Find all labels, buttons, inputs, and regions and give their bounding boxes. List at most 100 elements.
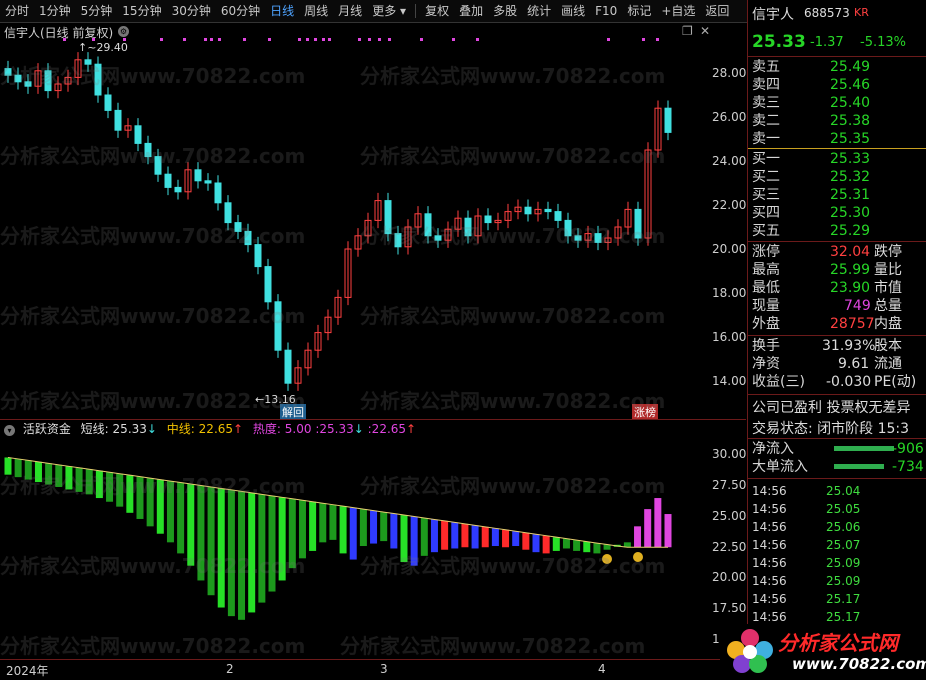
candle-body [634, 208, 642, 239]
price-tick: 22.00 [712, 198, 747, 212]
overlay-button[interactable]: 叠加 [454, 0, 488, 22]
more-label: 更多 [372, 4, 397, 18]
kline-pane[interactable]: 信宇人(日线 前复权) ⚙ ❐ ✕ ↑~29.40 ←13.16 解回 涨榜 2… [0, 23, 747, 420]
indicator-bar [24, 460, 32, 480]
tab-1min[interactable]: 1分钟 [34, 0, 76, 22]
tick-price: 25.07 [826, 538, 861, 552]
candle-body [384, 200, 392, 235]
indicator-bar [146, 478, 154, 527]
last-price: 25.33 [752, 32, 806, 52]
bid-price: 25.33 [830, 151, 871, 167]
bid-price: 25.29 [830, 223, 871, 239]
netflow-bar [834, 446, 894, 451]
ask-2: 卖二 25.38 [752, 112, 922, 130]
current-volume-label: 现量 [752, 298, 780, 314]
candle-body [204, 180, 212, 184]
tick-row: 14:56 25.07 [752, 536, 922, 554]
tab-30min[interactable]: 30分钟 [167, 0, 216, 22]
ask-label: 卖五 [752, 59, 780, 75]
indicator-bar [278, 497, 286, 581]
tab-15min[interactable]: 15分钟 [117, 0, 166, 22]
outer-value: 28757 [830, 316, 875, 332]
bid-5: 买五 25.29 [752, 222, 922, 240]
event-badge-right[interactable]: 涨榜 [632, 404, 658, 420]
spread-divider [748, 148, 926, 149]
signal-dot [306, 38, 309, 41]
tab-5min[interactable]: 5分钟 [76, 0, 118, 22]
float-label: 流通 [874, 356, 902, 372]
indicator-chart [4, 456, 672, 620]
indicator-bar [106, 472, 114, 502]
eps-label: 收益(三) [752, 374, 805, 390]
indicator-bar [532, 534, 540, 553]
event-badge-left[interactable]: 解回 [280, 404, 306, 420]
ind-tick: 20.00 [712, 570, 747, 584]
candle-body [554, 211, 562, 221]
tab-weekly[interactable]: 周线 [299, 0, 333, 22]
signal-dot [183, 38, 186, 41]
x-tick: 3 [380, 662, 388, 676]
indicator-bar [319, 503, 327, 543]
signal-dot [358, 38, 361, 41]
tick-time: 14:56 [752, 556, 787, 570]
indicator-pane[interactable]: ▾ 活跃资金 短线: 25.33↓ 中线: 22.65↑ 热度: 5.00 :2… [0, 420, 746, 660]
candle-body [564, 219, 572, 237]
tick-price: 25.06 [826, 520, 861, 534]
x-tick: 4 [598, 662, 606, 676]
candle-body [234, 222, 242, 232]
equity-label: 股本 [874, 338, 902, 354]
ask-label: 卖二 [752, 113, 780, 129]
tick-row: 14:56 25.09 [752, 572, 922, 590]
indicator-bar [370, 510, 378, 544]
indicator-bar [309, 501, 317, 551]
indicator-bar [156, 479, 164, 534]
company-status: 公司已盈利 投票权无差异 [752, 400, 911, 416]
indicator-bar [562, 538, 570, 549]
cur-vol-row: 现量 749 总量 [752, 297, 922, 315]
tab-monthly[interactable]: 月线 [333, 0, 367, 22]
indicator-bar [258, 494, 266, 603]
tab-daily[interactable]: 日线 [265, 0, 299, 22]
ind-tick: 22.50 [712, 540, 747, 554]
indicator-bar [227, 489, 235, 617]
signal-dot [368, 38, 371, 41]
price-tick: 20.00 [712, 242, 747, 256]
netflow-value: -906 [892, 441, 924, 457]
stock-name: 信宇人 [752, 7, 794, 23]
restore-rights-button[interactable]: 复权 [420, 0, 454, 22]
indicator-bar [654, 498, 662, 548]
mark-button[interactable]: 标记 [622, 0, 656, 22]
toolbar-divider [415, 4, 417, 18]
candle-body [254, 244, 262, 268]
statistics-button[interactable]: 统计 [522, 0, 556, 22]
ask-label: 卖三 [752, 95, 780, 111]
signal-dot [243, 38, 246, 41]
outer-label: 外盘 [752, 316, 780, 332]
tab-60min[interactable]: 60分钟 [216, 0, 265, 22]
draw-line-button[interactable]: 画线 [556, 0, 590, 22]
indicator-bar [248, 492, 256, 613]
ask-5: 卖五 25.49 [752, 58, 922, 76]
candle-body [114, 109, 122, 131]
indicator-bar [441, 520, 449, 550]
signal-dot [420, 38, 423, 41]
signal-dot [160, 38, 163, 41]
ind-tick: 27.50 [712, 478, 747, 492]
tab-fenshi[interactable]: 分时 [0, 0, 34, 22]
tick-row: 14:56 25.09 [752, 554, 922, 572]
tick-price: 25.05 [826, 502, 861, 516]
divider [748, 438, 926, 439]
indicator-bar [583, 541, 591, 553]
indicator-bar [461, 523, 469, 548]
quote-panel: 信宇人 688573 KR 25.33 -1.37 -5.13% 卖五 25.49… [747, 0, 926, 679]
high-row: 最高 25.99 量比 [752, 261, 922, 279]
f10-button[interactable]: F10 [590, 0, 622, 22]
bid-3: 买三 25.31 [752, 186, 922, 204]
back-button[interactable]: 返回 [700, 0, 734, 22]
add-watchlist-button[interactable]: +自选 [656, 0, 700, 22]
logo-url: www.70822.com [792, 655, 926, 673]
indicator-bar [512, 531, 520, 547]
netasset-value: 9.61 [838, 356, 870, 372]
tab-more[interactable]: 更多 ▾ [367, 0, 411, 22]
multi-stock-button[interactable]: 多股 [488, 0, 522, 22]
